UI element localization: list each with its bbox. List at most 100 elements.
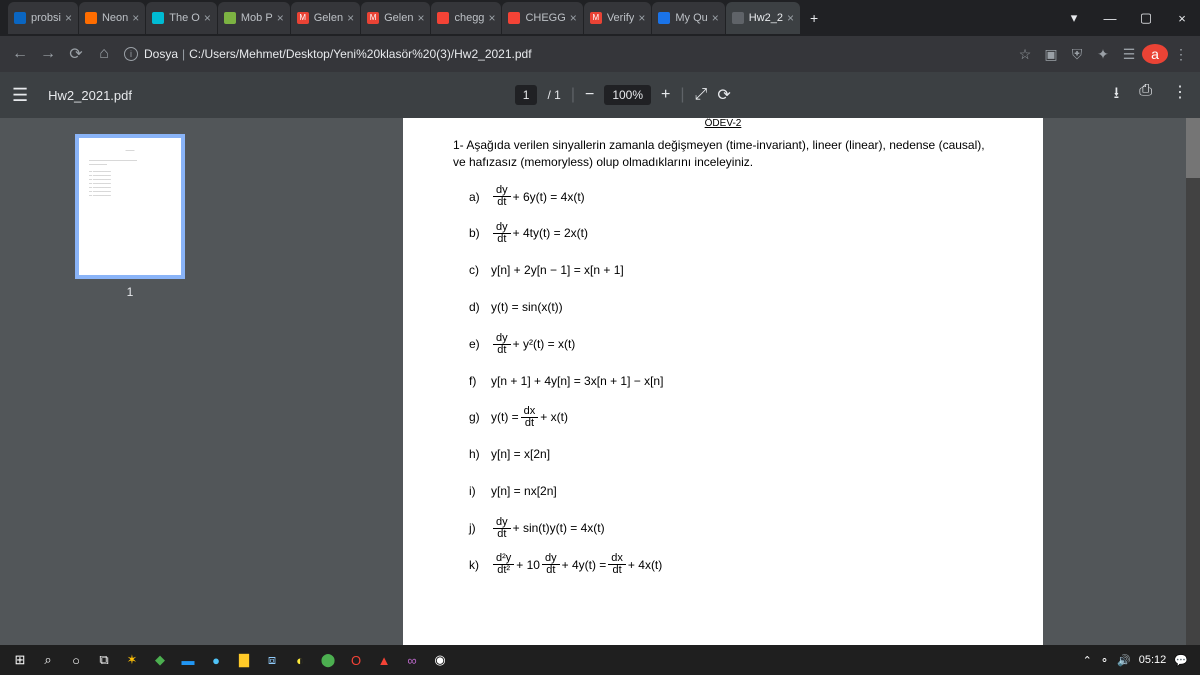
pdf-page: ÖDEV-2 1- Aşağıda verilen sinyallerin za…	[403, 118, 1043, 645]
browser-tab[interactable]: probsi ×	[8, 2, 78, 34]
print-icon[interactable]: ⎙	[1139, 82, 1152, 109]
maximize-button[interactable]: ▢	[1128, 0, 1164, 36]
notifications-icon[interactable]: 💬	[1174, 654, 1188, 667]
taskbar-app[interactable]: ◐	[286, 646, 314, 674]
home-button[interactable]: ⌂	[90, 45, 118, 63]
file-name: Hw2_2021.pdf	[48, 88, 132, 103]
chrome-icon[interactable]: ◉	[426, 646, 454, 674]
wifi-icon[interactable]: ⚬	[1100, 654, 1109, 667]
tab-title: The O	[169, 12, 200, 24]
tab-title: Neon	[102, 12, 128, 24]
browser-tab[interactable]: Mob P×	[218, 2, 290, 34]
url-field[interactable]: i Dosya | C:/Users/Mehmet/Desktop/Yeni%2…	[118, 47, 1012, 61]
site-info-icon[interactable]: i	[124, 47, 138, 61]
eq-d: d)y(t) = sin(x(t))	[469, 293, 993, 322]
tab-favicon: M	[297, 12, 309, 24]
task-view-icon[interactable]: ⧉	[90, 646, 118, 674]
tab-favicon	[732, 12, 744, 24]
tab-title: Gelen	[384, 12, 413, 24]
taskbar-app[interactable]: ▬	[174, 646, 202, 674]
tab-title: probsi	[31, 12, 61, 24]
taskbar-app[interactable]: ✶	[118, 646, 146, 674]
browser-tab[interactable]: MGelen×	[361, 2, 430, 34]
tab-title: Verify	[607, 12, 635, 24]
browser-tab-active[interactable]: Hw2_2 ×	[726, 2, 800, 34]
vertical-scrollbar[interactable]	[1186, 118, 1200, 645]
address-bar: ← → ⟳ ⌂ i Dosya | C:/Users/Mehmet/Deskto…	[0, 36, 1200, 72]
zoom-in-button[interactable]: +	[661, 86, 670, 104]
close-icon[interactable]: ×	[712, 11, 719, 25]
url-scheme: Dosya	[144, 47, 178, 61]
new-tab-button[interactable]: +	[801, 10, 827, 26]
tab-search-icon[interactable]: ▾	[1056, 0, 1092, 36]
tab-favicon	[14, 12, 26, 24]
zoom-out-button[interactable]: −	[585, 86, 594, 104]
eq-a: a)dydt+ 6y(t) = 4x(t)	[469, 183, 993, 212]
tray-chevron-icon[interactable]: ⌃	[1083, 654, 1092, 667]
address-actions: ☆ ▣ ⛨ ✦ ☰ a ⋮	[1012, 44, 1194, 64]
page-thumbnail[interactable]: ——— —————————————————————— — —————— — ——…	[75, 134, 185, 279]
acrobat-icon[interactable]: ▲	[370, 646, 398, 674]
browser-tab[interactable]: MVerify×	[584, 2, 652, 34]
reload-button[interactable]: ⟳	[62, 44, 90, 64]
fit-page-icon[interactable]: ⤢	[695, 86, 708, 104]
rotate-icon[interactable]: ⟳	[717, 85, 730, 105]
back-button[interactable]: ←	[6, 45, 34, 63]
browser-tab[interactable]: My Qu ×	[652, 2, 724, 34]
close-icon[interactable]: ×	[638, 11, 645, 25]
doc-header: ÖDEV-2	[453, 118, 993, 129]
eq-b: b)dydt+ 4ty(t) = 2x(t)	[469, 219, 993, 248]
cortana-icon[interactable]: ○	[62, 646, 90, 674]
minimize-button[interactable]: —	[1092, 0, 1128, 36]
eq-h: h)y[n] = x[2n]	[469, 440, 993, 469]
browser-tab[interactable]: chegg×	[431, 2, 501, 34]
close-icon[interactable]: ×	[787, 11, 794, 25]
scrollbar-thumb[interactable]	[1186, 118, 1200, 178]
bookmark-icon[interactable]: ☆	[1012, 46, 1038, 63]
close-icon[interactable]: ×	[570, 11, 577, 25]
close-icon[interactable]: ×	[347, 11, 354, 25]
more-icon[interactable]: ⋮	[1172, 82, 1188, 109]
puzzle-icon[interactable]: ✦	[1090, 46, 1116, 63]
clock[interactable]: 05:12	[1139, 654, 1167, 666]
page-current[interactable]: 1	[515, 85, 538, 105]
kebab-menu-icon[interactable]: ⋮	[1168, 46, 1194, 63]
taskbar-app[interactable]: ⬤	[314, 646, 342, 674]
close-window-button[interactable]: ×	[1164, 0, 1200, 36]
browser-tab[interactable]: MGelen×	[291, 2, 360, 34]
shield-icon[interactable]: ⛨	[1064, 46, 1090, 63]
tab-title: My Qu	[675, 12, 707, 24]
file-explorer-icon[interactable]: ▇	[230, 646, 258, 674]
tab-favicon	[224, 12, 236, 24]
store-icon[interactable]: ⧈	[258, 646, 286, 674]
download-icon[interactable]: ⭳	[1114, 82, 1120, 109]
close-icon[interactable]: ×	[204, 11, 211, 25]
menu-icon[interactable]: ☰	[12, 85, 28, 106]
close-icon[interactable]: ×	[277, 11, 284, 25]
tab-title: Hw2_2	[749, 12, 783, 24]
search-icon[interactable]: ⌕	[34, 646, 62, 674]
taskbar-app[interactable]: ◆	[146, 646, 174, 674]
close-icon[interactable]: ×	[132, 11, 139, 25]
cast-icon[interactable]: ▣	[1038, 46, 1064, 63]
vs-icon[interactable]: ∞	[398, 646, 426, 674]
browser-tab[interactable]: The O ×	[146, 2, 217, 34]
reading-list-icon[interactable]: ☰	[1116, 46, 1142, 63]
browser-tab[interactable]: Neon ×	[79, 2, 145, 34]
tab-favicon	[658, 12, 670, 24]
zoom-level[interactable]: 100%	[604, 85, 651, 105]
opera-icon[interactable]: O	[342, 646, 370, 674]
profile-avatar[interactable]: a	[1142, 44, 1168, 64]
start-button[interactable]: ⊞	[6, 646, 34, 674]
browser-tab[interactable]: CHEGG ×	[502, 2, 582, 34]
close-icon[interactable]: ×	[65, 11, 72, 25]
tab-favicon	[85, 12, 97, 24]
close-icon[interactable]: ×	[417, 11, 424, 25]
taskbar-app[interactable]: ●	[202, 646, 230, 674]
volume-icon[interactable]: 🔊	[1117, 654, 1131, 667]
eq-i: i)y[n] = nx[2n]	[469, 477, 993, 506]
tab-title: CHEGG	[525, 12, 565, 24]
close-icon[interactable]: ×	[488, 11, 495, 25]
document-area[interactable]: ÖDEV-2 1- Aşağıda verilen sinyallerin za…	[260, 118, 1186, 645]
forward-button[interactable]: →	[34, 45, 62, 63]
